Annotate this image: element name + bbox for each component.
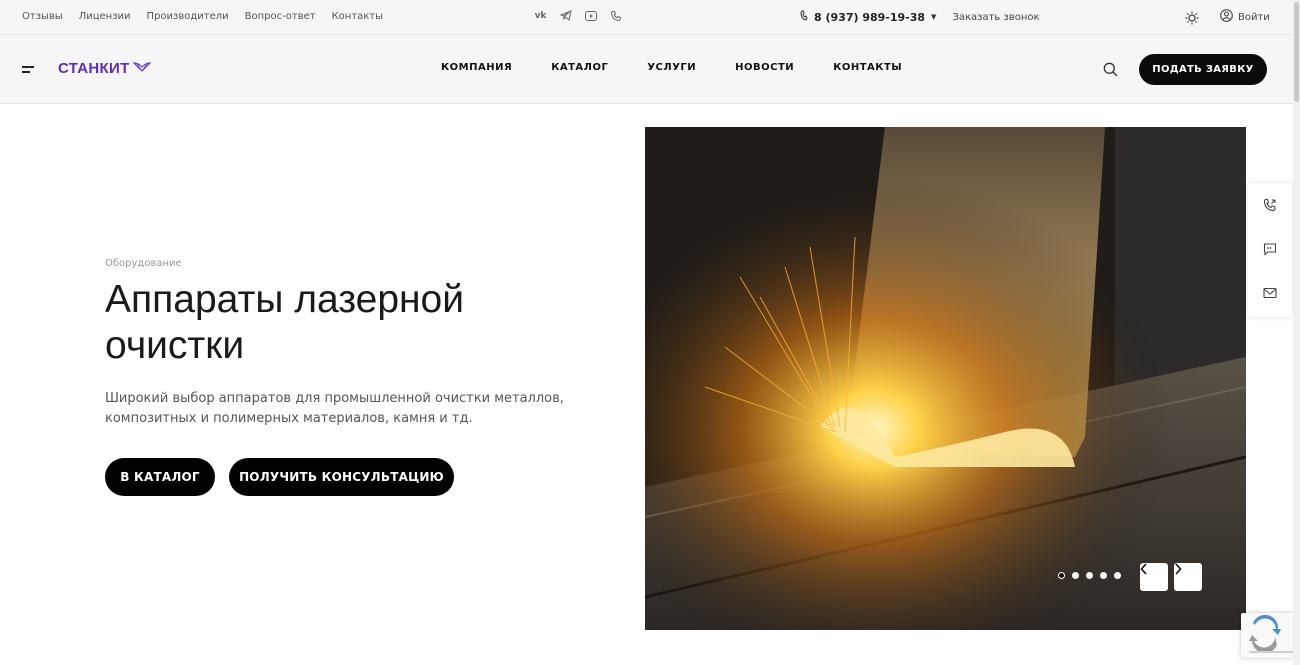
chat-icon (1263, 243, 1277, 256)
nav-catalog[interactable]: КАТАЛОГ (551, 62, 608, 73)
side-widget (1248, 183, 1292, 317)
submit-request-button[interactable]: ПОДАТЬ ЗАЯВКУ (1139, 54, 1267, 85)
phone-block: 8 (937) 989-19-38 ▼ Заказать звонок (800, 10, 1040, 24)
top-bar: Отзывы Лицензии Производители Вопрос-отв… (0, 0, 1300, 35)
hero-slider (645, 127, 1246, 630)
chevron-left-icon (1140, 563, 1147, 575)
consultation-button[interactable]: ПОЛУЧИТЬ КОНСУЛЬТАЦИЮ (229, 458, 454, 496)
catalog-button[interactable]: В КАТАЛОГ (105, 458, 215, 496)
slider-dots (1058, 572, 1121, 579)
top-link-contacts[interactable]: Контакты (332, 11, 383, 22)
chevron-down-icon[interactable]: ▼ (931, 13, 936, 21)
login-link[interactable]: Войти (1220, 9, 1270, 25)
nav-company[interactable]: КОМПАНИЯ (441, 62, 512, 73)
hero-title: Аппараты лазерной очистки (105, 278, 465, 367)
hero-buttons: В КАТАЛОГ ПОЛУЧИТЬ КОНСУЛЬТАЦИЮ (105, 458, 454, 496)
youtube-icon[interactable] (584, 9, 597, 22)
logo-text: СТАНКИТ (58, 60, 130, 77)
main-header: СТАНКИТ КОМПАНИЯ КАТАЛОГ УСЛУГИ НОВОСТИ … (0, 35, 1300, 104)
top-link-faq[interactable]: Вопрос-ответ (245, 11, 316, 22)
slider-prev-button[interactable] (1140, 563, 1168, 591)
viber-icon[interactable] (609, 9, 622, 22)
top-link-licenses[interactable]: Лицензии (79, 11, 131, 22)
phone-call-icon (1263, 198, 1276, 212)
callback-link[interactable]: Заказать звонок (952, 12, 1039, 23)
page-scrollbar[interactable] (1293, 0, 1300, 665)
login-label: Войти (1238, 11, 1270, 23)
slider-dot[interactable] (1086, 572, 1093, 579)
top-link-reviews[interactable]: Отзывы (22, 11, 63, 22)
main-nav: КОМПАНИЯ КАТАЛОГ УСЛУГИ НОВОСТИ КОНТАКТЫ (441, 62, 902, 73)
vk-icon[interactable]: vk (534, 9, 547, 22)
hero-text: Оборудование Аппараты лазерной очистки Ш… (105, 258, 565, 429)
top-link-manufacturers[interactable]: Производители (147, 11, 229, 22)
social-links: vk (534, 9, 622, 22)
sun-icon[interactable] (1185, 10, 1199, 25)
nav-contacts[interactable]: КОНТАКТЫ (833, 62, 902, 73)
mail-icon (1263, 287, 1277, 299)
callback-widget-button[interactable] (1248, 183, 1292, 227)
telegram-icon[interactable] (559, 9, 572, 22)
slider-dot[interactable] (1114, 572, 1121, 579)
phone-icon (800, 10, 808, 24)
slider-dot[interactable] (1100, 572, 1107, 579)
chevron-right-icon (1175, 563, 1182, 575)
hero-description: Широкий выбор аппаратов для промышленной… (105, 391, 564, 426)
menu-icon[interactable] (22, 66, 34, 76)
logo[interactable]: СТАНКИТ (58, 60, 152, 77)
slider-next-button[interactable] (1174, 563, 1202, 591)
top-links: Отзывы Лицензии Производители Вопрос-отв… (22, 11, 383, 22)
user-icon (1220, 9, 1233, 25)
nav-news[interactable]: НОВОСТИ (735, 62, 794, 73)
search-icon[interactable] (1103, 62, 1118, 77)
logo-wings-icon (132, 60, 152, 77)
recaptcha-icon (1249, 614, 1293, 654)
slider-dot[interactable] (1058, 572, 1065, 579)
laser-cleaning-image (645, 127, 1246, 630)
nav-services[interactable]: УСЛУГИ (647, 62, 696, 73)
hero-eyebrow[interactable]: Оборудование (105, 258, 565, 269)
chat-widget-button[interactable] (1248, 227, 1292, 271)
email-widget-button[interactable] (1248, 271, 1292, 315)
slider-dot[interactable] (1072, 572, 1079, 579)
phone-number[interactable]: 8 (937) 989-19-38 (814, 11, 925, 24)
recaptcha-badge[interactable] (1241, 613, 1300, 658)
scrollbar-thumb[interactable] (1294, 2, 1299, 102)
